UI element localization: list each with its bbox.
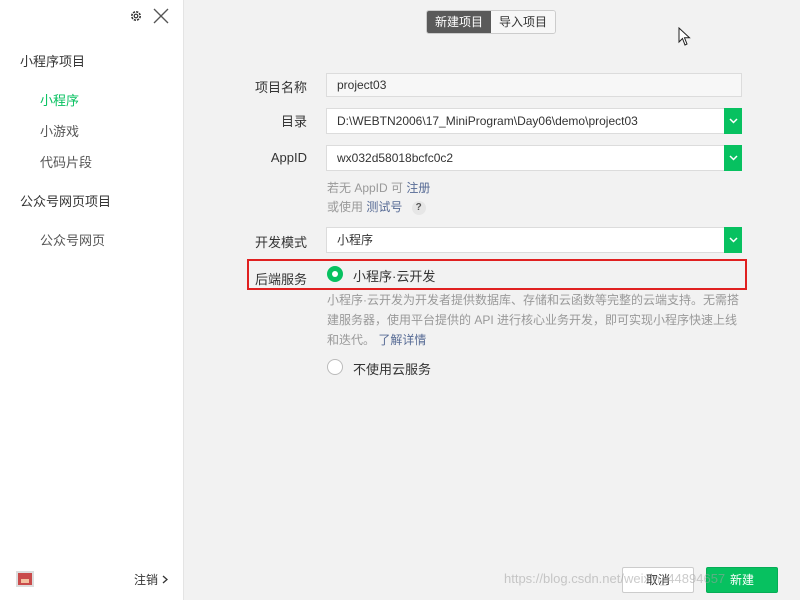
project-tabs: 新建项目 导入项目 [426, 10, 557, 34]
chevron-down-icon [728, 237, 738, 243]
cloud-dev-radio[interactable] [327, 266, 343, 282]
dev-mode-dropdown-button[interactable] [724, 227, 742, 253]
sidebar: 小程序项目 小程序 小游戏 代码片段 公众号网页项目 公众号网页 注销 [0, 0, 184, 600]
appid-dropdown-button[interactable] [724, 145, 742, 171]
create-button[interactable]: 新建 [706, 567, 778, 593]
tab-new-project[interactable]: 新建项目 [427, 11, 492, 33]
logout-label: 注销 [133, 572, 158, 587]
register-link[interactable]: 注册 [406, 181, 430, 195]
appid-test-hint: 或使用 测试号 ? [327, 198, 426, 215]
chevron-right-icon [162, 575, 168, 583]
appid-label: AppID [270, 150, 307, 165]
close-icon[interactable] [153, 8, 169, 24]
directory-dropdown-button[interactable] [724, 108, 742, 134]
cancel-button[interactable]: 取消 [622, 567, 694, 593]
no-cloud-option-label[interactable]: 不使用云服务 [353, 359, 431, 378]
dev-mode-label: 开发模式 [254, 235, 307, 250]
test-account-link[interactable]: 测试号 [366, 200, 402, 214]
sidebar-toolbar [129, 8, 169, 24]
mouse-cursor-icon [678, 27, 691, 46]
sidebar-item-minigame[interactable]: 小游戏 [40, 121, 79, 140]
directory-value: D:\WEBTN2006\17_MiniProgram\Day06\demo\p… [337, 114, 638, 128]
help-icon[interactable]: ? [411, 200, 426, 215]
cloud-dev-option-label[interactable]: 小程序·云开发 [353, 266, 435, 285]
directory-label: 目录 [280, 114, 307, 129]
main-panel: 新建项目 导入项目 项目名称 project03 目录 D:\WEBTN2006… [184, 0, 800, 600]
appid-register-prefix: 若无 AppID 可 [327, 181, 404, 195]
dev-mode-select[interactable]: 小程序 [326, 227, 742, 253]
sidebar-item-code-snippet[interactable]: 代码片段 [40, 152, 92, 171]
sidebar-footer: 注销 [0, 558, 184, 600]
directory-select[interactable]: D:\WEBTN2006\17_MiniProgram\Day06\demo\p… [326, 108, 742, 134]
no-cloud-radio[interactable] [327, 359, 343, 375]
highlight-box [247, 259, 747, 290]
appid-value: wx032d58018bcfc0c2 [337, 151, 454, 165]
sidebar-item-miniprogram[interactable]: 小程序 [40, 90, 79, 109]
chevron-down-icon [728, 118, 738, 124]
backend-label: 后端服务 [254, 272, 307, 287]
cloud-dev-description: 小程序·云开发为开发者提供数据库、存储和云函数等完整的云端支持。无需搭建服务器，… [327, 290, 747, 350]
sidebar-group-official-account: 公众号网页项目 [20, 194, 112, 209]
dev-mode-value: 小程序 [337, 233, 374, 247]
learn-more-link[interactable]: 了解详情 [378, 333, 426, 347]
project-name-input[interactable]: project03 [326, 73, 742, 97]
appid-test-prefix: 或使用 [327, 200, 364, 214]
avatar[interactable] [16, 571, 34, 587]
sidebar-item-official-web[interactable]: 公众号网页 [40, 230, 105, 249]
project-name-label: 项目名称 [254, 80, 307, 95]
sidebar-group-miniprogram: 小程序项目 [20, 54, 86, 69]
logout-button[interactable]: 注销 [134, 571, 168, 588]
appid-register-hint: 若无 AppID 可 注册 [327, 179, 430, 196]
gear-icon[interactable] [129, 9, 143, 23]
tab-import-project[interactable]: 导入项目 [491, 11, 556, 33]
chevron-down-icon [728, 155, 738, 161]
appid-select[interactable]: wx032d58018bcfc0c2 [326, 145, 742, 171]
